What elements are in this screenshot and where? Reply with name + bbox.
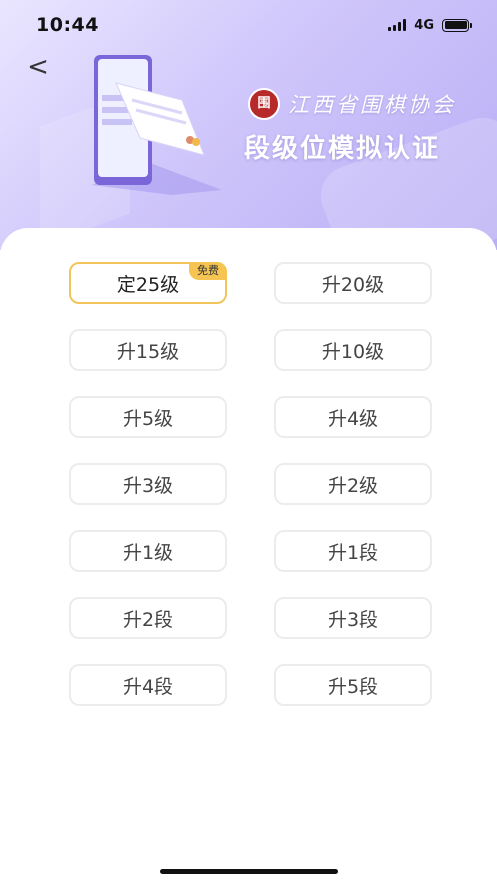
level-label: 升15级 [116, 340, 180, 363]
home-indicator[interactable] [160, 869, 338, 874]
level-button-sheng1duan[interactable]: 升1段 [274, 530, 432, 572]
level-button-sheng5duan[interactable]: 升5段 [274, 664, 432, 706]
page-title: 段级位模拟认证 [244, 134, 441, 164]
level-label: 升10级 [321, 340, 385, 363]
level-button-sheng3duan[interactable]: 升3段 [274, 597, 432, 639]
level-label: 升4段 [122, 675, 174, 698]
level-label: 升4级 [327, 407, 379, 430]
level-label: 升5段 [327, 675, 379, 698]
free-badge: 免费 [189, 262, 227, 280]
status-time: 10:44 [36, 14, 99, 36]
level-label: 升5级 [122, 407, 174, 430]
level-button-sheng3ji[interactable]: 升3级 [69, 463, 227, 505]
level-button-sheng15ji[interactable]: 升15级 [69, 329, 227, 371]
back-button[interactable]: < [24, 52, 52, 82]
org-name: 江西省围棋协会 [288, 93, 456, 117]
org-branding: 围 江西省围棋协会 [248, 88, 456, 120]
level-button-sheng20ji[interactable]: 升20级 [274, 262, 432, 304]
level-label: 升3级 [122, 474, 174, 497]
battery-icon [442, 18, 472, 32]
level-button-ding25ji[interactable]: 定25级 免费 [69, 262, 227, 304]
level-button-sheng4ji[interactable]: 升4级 [274, 396, 432, 438]
level-button-sheng5ji[interactable]: 升5级 [69, 396, 227, 438]
level-button-sheng10ji[interactable]: 升10级 [274, 329, 432, 371]
level-button-sheng1ji[interactable]: 升1级 [69, 530, 227, 572]
level-button-sheng4duan[interactable]: 升4段 [69, 664, 227, 706]
header-banner: 10:44 4G < 围 江西省围棋协会 段级位模拟认证 [0, 0, 497, 250]
level-label: 升1段 [327, 541, 379, 564]
status-bar: 10:44 4G [0, 0, 497, 50]
level-label: 升3段 [327, 608, 379, 631]
network-type: 4G [414, 17, 434, 33]
status-icons: 4G [388, 17, 472, 33]
level-button-sheng2ji[interactable]: 升2级 [274, 463, 432, 505]
level-label: 升1级 [122, 541, 174, 564]
org-seal-logo: 围 [248, 88, 280, 120]
level-label: 定25级 [116, 273, 180, 296]
level-label: 升20级 [321, 273, 385, 296]
level-label: 升2级 [327, 474, 379, 497]
level-button-grid: 定25级 免费 升20级 升15级 升10级 升5级 升4级 升3级 升2级 升… [69, 262, 432, 706]
level-button-sheng2duan[interactable]: 升2段 [69, 597, 227, 639]
signal-icon [388, 19, 407, 31]
level-label: 升2段 [122, 608, 174, 631]
phone-certificate-illustration [92, 55, 222, 195]
level-selection-panel: 定25级 免费 升20级 升15级 升10级 升5级 升4级 升3级 升2级 升… [0, 228, 497, 883]
